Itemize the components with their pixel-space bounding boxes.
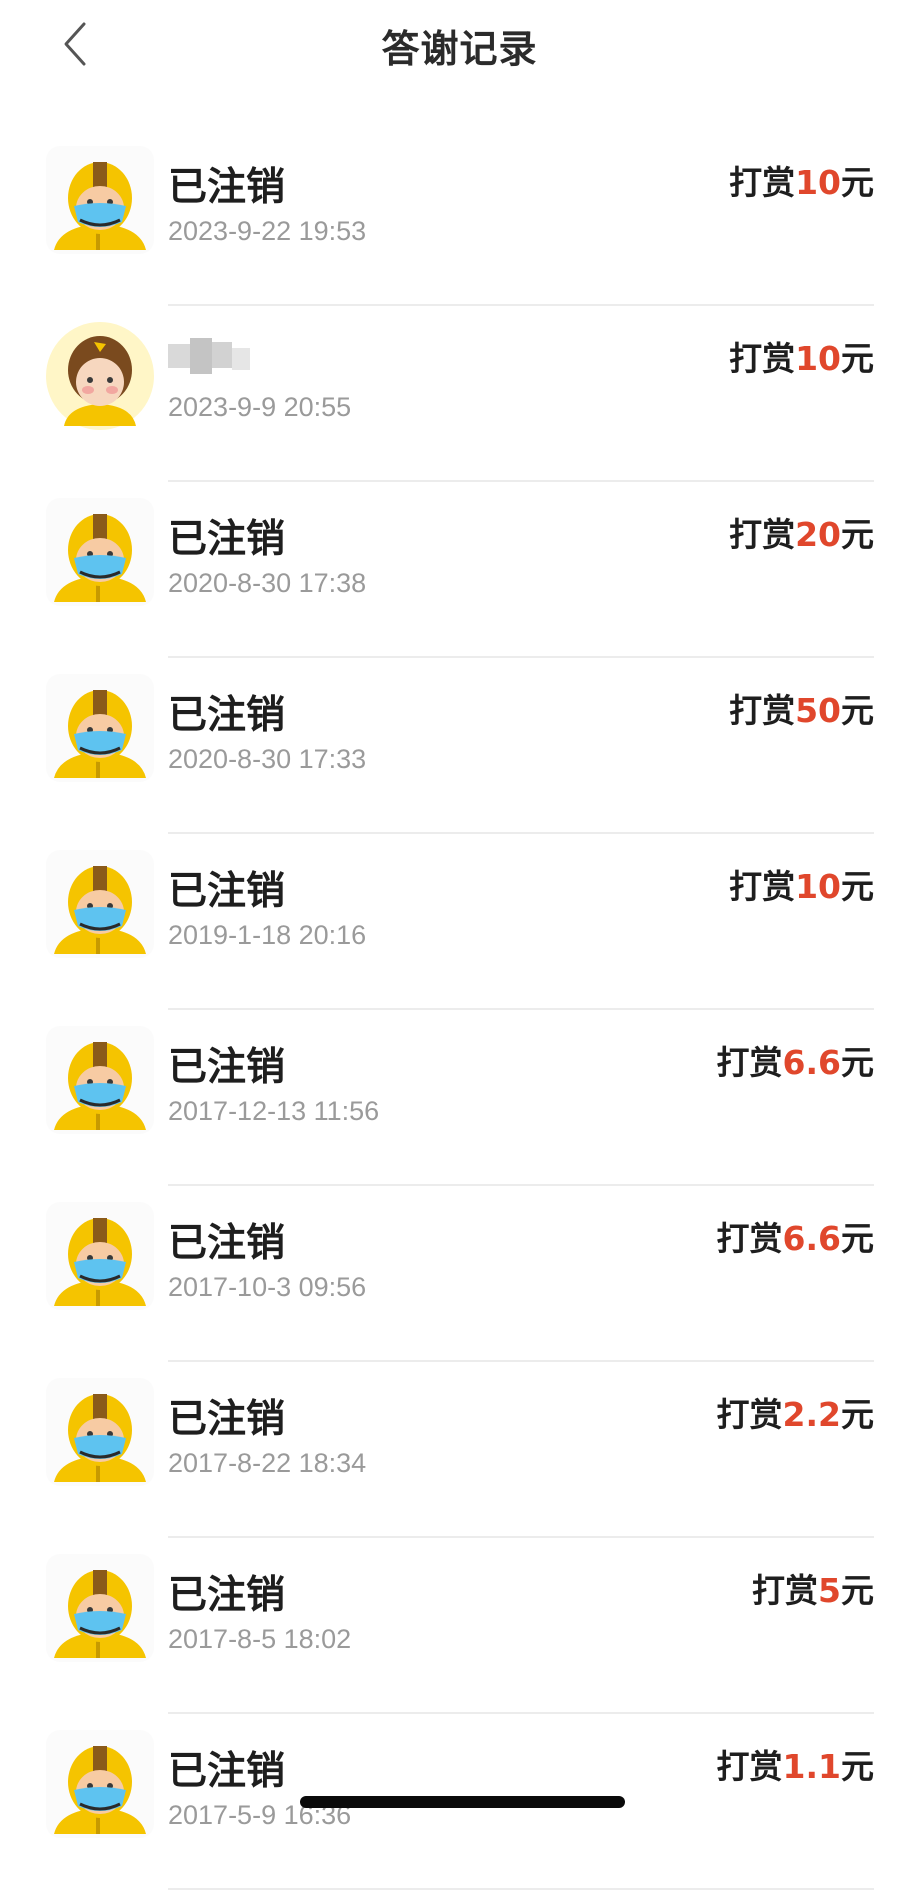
reward-amount: 打赏20元 [729,508,874,556]
reward-unit: 元 [841,1043,874,1082]
list-item[interactable]: 已注销 2020-8-30 17:33 打赏50元 [0,658,919,834]
reward-unit: 元 [841,691,874,730]
reward-unit: 元 [841,339,874,378]
reward-amount: 打赏10元 [729,156,874,204]
user-name: 已注销 [168,1397,286,1442]
record-time: 2017-8-5 18:02 [168,1624,352,1654]
reward-amount: 打赏50元 [729,684,874,732]
avatar-courier-mask-icon[interactable] [46,1554,154,1662]
reward-value: 50 [795,691,841,730]
reward-prefix: 打赏 [716,1395,783,1434]
reward-amount: 打赏1.1元 [717,1740,874,1788]
reward-value: 10 [795,339,841,378]
reward-value: 6.6 [782,1043,841,1082]
reward-prefix: 打赏 [729,691,796,730]
reward-prefix: 打赏 [729,515,796,554]
list-item[interactable]: 已注销 2017-8-5 18:02 打赏5元 [0,1538,919,1714]
reward-unit: 元 [841,163,874,202]
home-indicator[interactable] [300,1796,625,1808]
user-name: 已注销 [168,517,286,562]
record-time: 2020-8-30 17:38 [168,568,367,598]
reward-amount: 打赏10元 [729,332,874,380]
reward-value: 5 [818,1571,841,1610]
record-time: 2023-9-22 19:53 [168,216,367,246]
list-item[interactable]: 已注销 2017-12-13 11:56 打赏6.6元 [0,1010,919,1186]
user-name: 已注销 [168,869,286,914]
reward-amount: 打赏5元 [752,1564,874,1612]
reward-prefix: 打赏 [716,1219,783,1258]
reward-value: 6.6 [782,1219,841,1258]
reward-prefix: 打赏 [752,1571,819,1610]
reward-unit: 元 [841,1219,874,1258]
reward-value: 2.2 [782,1395,841,1434]
reward-value: 10 [795,867,841,906]
top-bar: 答谢记录 [0,0,919,100]
reward-unit: 元 [841,1395,874,1434]
list-item[interactable]: 已注销 2020-8-30 17:38 打赏20元 [0,482,919,658]
reward-unit: 元 [841,1747,874,1786]
avatar-courier-mask-icon[interactable] [46,850,154,958]
reward-prefix: 打赏 [716,1043,783,1082]
record-time: 2019-1-18 20:16 [168,920,367,950]
list-item[interactable]: 已注销 2017-10-3 09:56 打赏6.6元 [0,1186,919,1362]
record-time: 2020-8-30 17:33 [168,744,367,774]
reward-unit: 元 [841,1571,874,1610]
user-name: 已注销 [168,165,286,210]
reward-amount: 打赏2.2元 [717,1388,874,1436]
reward-amount: 打赏6.6元 [717,1212,874,1260]
user-name: 已注销 [168,1045,286,1090]
reward-value: 10 [795,163,841,202]
avatar-courier-mask-icon[interactable] [46,146,154,254]
avatar-courier-mask-icon[interactable] [46,1378,154,1486]
reward-prefix: 打赏 [729,339,796,378]
avatar-brown-helmet-icon[interactable] [46,322,154,430]
user-name: 已注销 [168,1221,286,1266]
reward-amount: 打赏10元 [729,860,874,908]
reward-record-list: 已注销 2023-9-22 19:53 打赏10元 2023-9-9 20:55 打赏… [0,130,919,1890]
reward-value: 20 [795,515,841,554]
avatar-courier-mask-icon[interactable] [46,674,154,782]
reward-amount: 打赏6.6元 [717,1036,874,1084]
page-title: 答谢记录 [381,27,538,71]
user-name: 已注销 [168,693,286,738]
user-name: 已注销 [168,1573,286,1618]
avatar-courier-mask-icon[interactable] [46,1202,154,1310]
reward-prefix: 打赏 [729,867,796,906]
reward-unit: 元 [841,867,874,906]
reward-prefix: 打赏 [716,1747,783,1786]
avatar-courier-mask-icon[interactable] [46,1730,154,1838]
user-name: 已注销 [168,1749,286,1794]
record-time: 2023-9-9 20:55 [168,392,352,422]
reward-value: 1.1 [782,1747,841,1786]
record-time: 2017-8-22 18:34 [168,1448,367,1478]
record-time: 2017-10-3 09:56 [168,1272,367,1302]
blurred-user-name [168,338,252,374]
record-time: 2017-12-13 11:56 [168,1096,380,1126]
list-item[interactable]: 已注销 2023-9-22 19:53 打赏10元 [0,130,919,306]
reward-unit: 元 [841,515,874,554]
reward-prefix: 打赏 [729,163,796,202]
list-item[interactable]: 已注销 2019-1-18 20:16 打赏10元 [0,834,919,1010]
list-item[interactable]: 2023-9-9 20:55 打赏10元 [0,306,919,482]
list-item[interactable]: 已注销 2017-8-22 18:34 打赏2.2元 [0,1362,919,1538]
avatar-courier-mask-icon[interactable] [46,1026,154,1134]
avatar-courier-mask-icon[interactable] [46,498,154,606]
